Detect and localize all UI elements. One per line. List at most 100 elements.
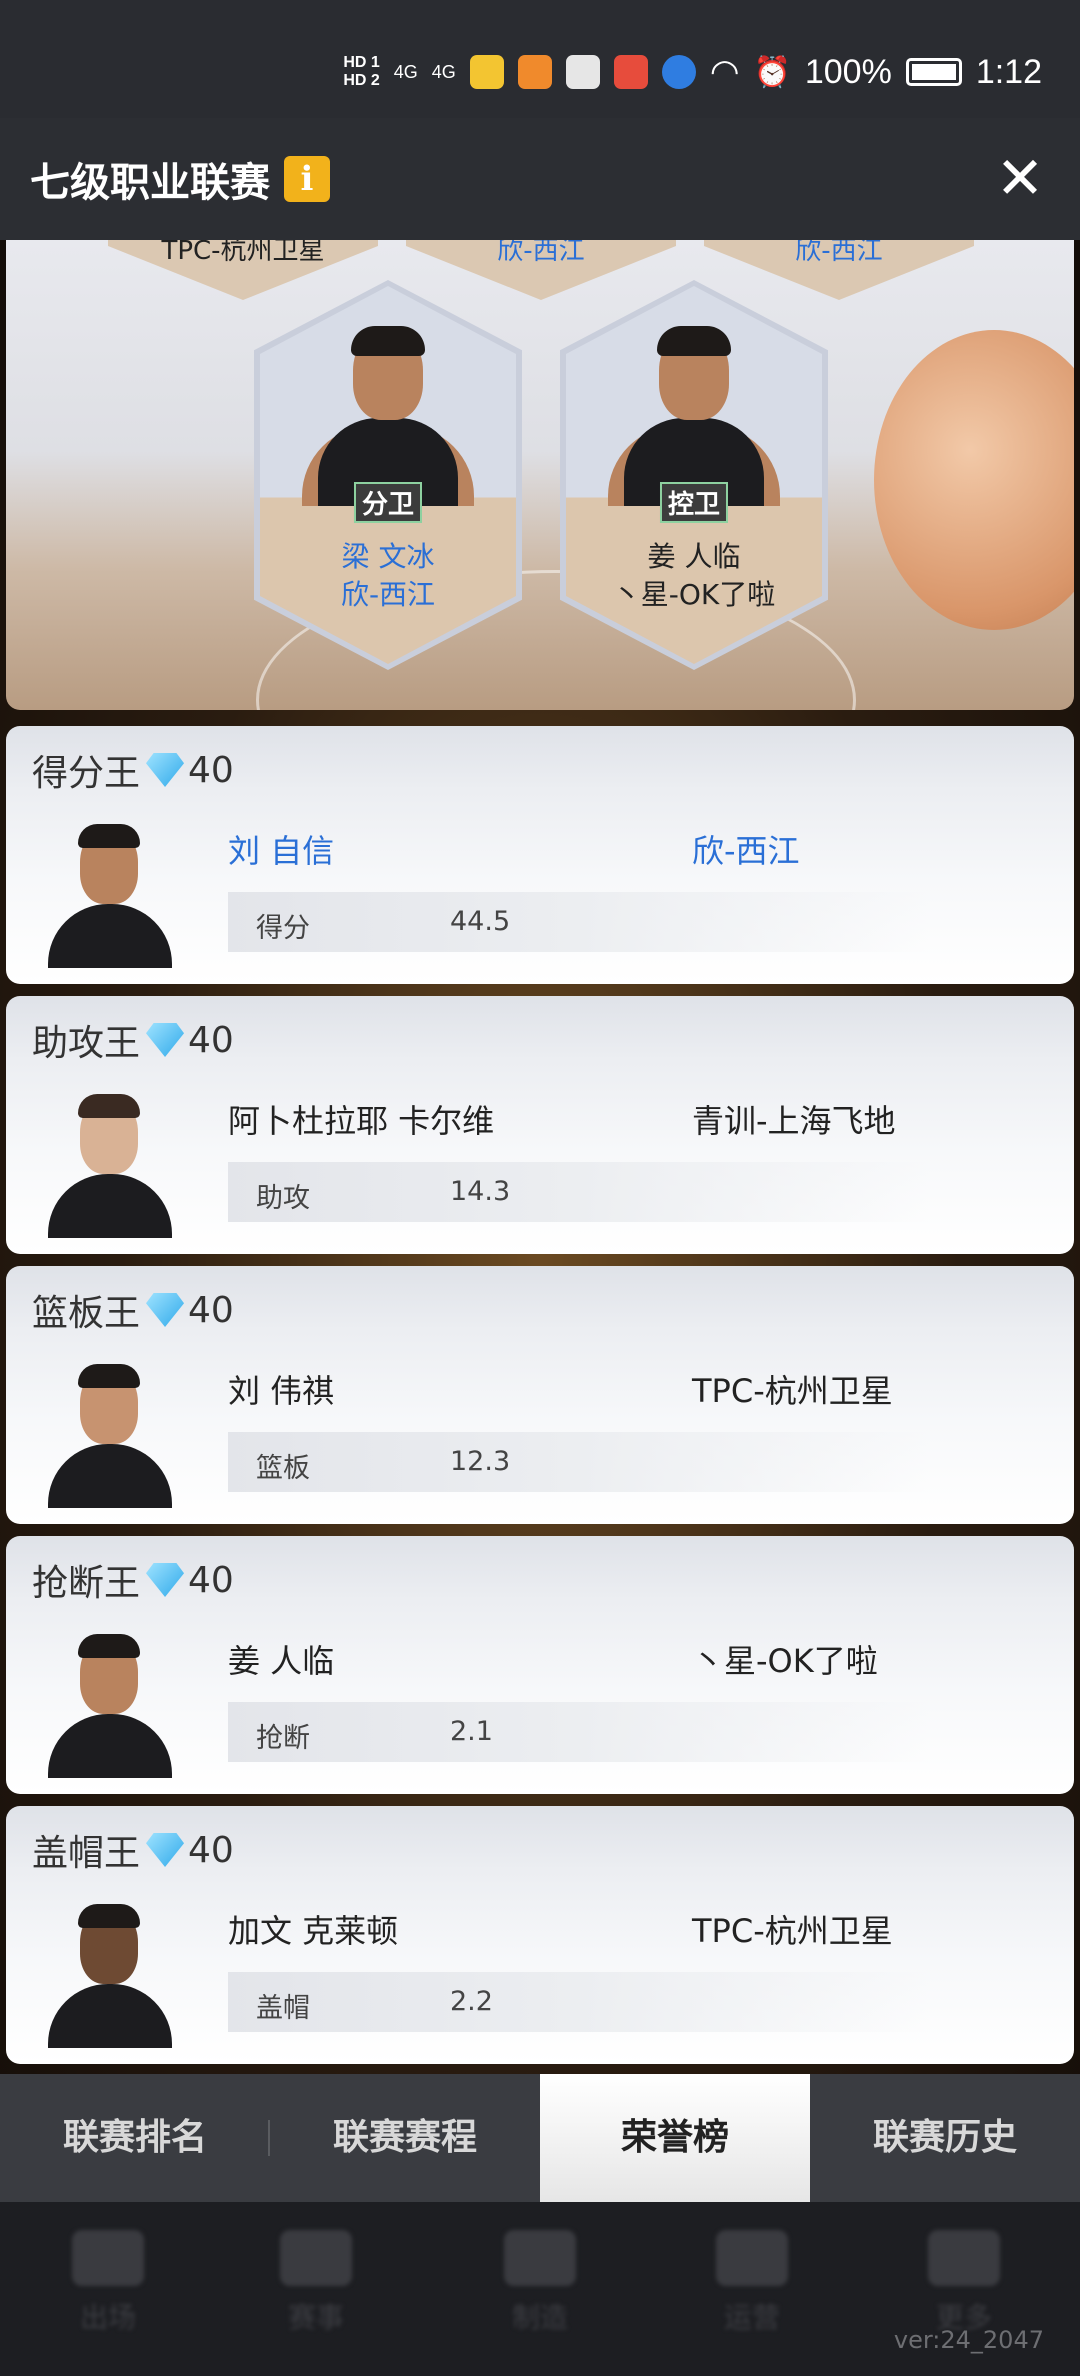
hd-indicator: HD 1 HD 2 <box>343 54 380 89</box>
gallery-icon <box>565 55 600 89</box>
info-icon[interactable]: i <box>284 156 330 202</box>
card-inner: 分卫 梁 文冰 欣-西江 <box>260 286 516 664</box>
team-name[interactable]: 青训-上海飞地 <box>692 1096 896 1142</box>
nav-item[interactable]: 制造 <box>500 2230 580 2336</box>
lineup-card[interactable]: 分卫 梁 文冰 欣-西江 <box>254 280 522 670</box>
stat-label: 得分 <box>256 913 310 944</box>
team-name[interactable]: 欣-西江 <box>692 826 800 872</box>
lineup-panel: TPC-杭州卫星 欣-西江 欣-西江 分卫 梁 文冰 欣-西江 控卫 姜 人临 … <box>6 240 1074 710</box>
award-name: 篮板王 <box>32 1293 141 1334</box>
reward-amount: 40 <box>188 749 234 791</box>
tab-league-ranking[interactable]: 联赛排名 <box>0 2074 270 2202</box>
award-card-scoring[interactable]: 得分王 40 刘 自信 欣-西江 得分 44.5 <box>6 726 1074 984</box>
award-name: 盖帽王 <box>32 1833 141 1874</box>
reward-amount: 40 <box>188 1559 234 1601</box>
player-name[interactable]: 刘 伟祺 <box>228 1366 334 1412</box>
stat-value: 2.2 <box>450 1986 493 2017</box>
headphones-icon: ◠ <box>709 53 740 91</box>
book-app-icon <box>613 55 648 89</box>
nav-label: 出场 <box>79 2301 136 2334</box>
bottom-nav: 出场 赛事 制造 运营 更多 ver:24_2047 <box>0 2202 1080 2376</box>
tab-label: 荣誉榜 <box>620 2117 729 2158</box>
close-button[interactable]: ✕ <box>988 146 1052 210</box>
reward-amount: 40 <box>188 1829 234 1871</box>
app-header: 七级职业联赛 i ✕ <box>0 118 1080 240</box>
team-name[interactable]: TPC-杭州卫星 <box>692 1906 893 1952</box>
position-tag: 控卫 <box>659 482 729 523</box>
nav-icon <box>928 2230 1000 2286</box>
tab-label: 联赛排名 <box>62 2117 207 2158</box>
signal-2-icon: 4G <box>431 61 456 82</box>
reward-amount: 40 <box>188 1289 234 1331</box>
stat-value: 2.1 <box>450 1716 493 1747</box>
player-avatar <box>604 326 784 506</box>
stat-row: 篮板 12.3 <box>228 1432 928 1492</box>
alarm-icon: ⏰ <box>753 55 791 89</box>
award-title: 盖帽王 40 <box>32 1824 234 1876</box>
stat-label: 抢断 <box>256 1723 310 1754</box>
team-name[interactable]: TPC-杭州卫星 <box>692 1366 893 1412</box>
status-bar: HD 1 HD 2 4G 4G ◠ ⏰ 100% 1:12 <box>0 0 1080 118</box>
nav-item[interactable]: 出场 <box>68 2230 148 2336</box>
stat-value: 14.3 <box>450 1176 511 1207</box>
nav-label: 制造 <box>511 2301 568 2334</box>
player-avatar <box>30 818 190 968</box>
stat-value: 44.5 <box>450 906 511 937</box>
nav-icon <box>72 2230 144 2286</box>
stat-label: 助攻 <box>256 1183 310 1214</box>
player-name[interactable]: 阿卜杜拉耶 卡尔维 <box>228 1096 494 1142</box>
award-title: 抢断王 40 <box>32 1554 234 1606</box>
nav-icon <box>716 2230 788 2286</box>
award-name: 得分王 <box>32 753 141 794</box>
nav-item[interactable]: 赛事 <box>276 2230 356 2336</box>
nav-item[interactable]: 运营 <box>712 2230 792 2336</box>
stat-label: 篮板 <box>256 1453 310 1484</box>
player-name[interactable]: 加文 克莱顿 <box>228 1906 398 1952</box>
award-card-steals[interactable]: 抢断王 40 姜 人临 丶星-OK了啦 抢断 2.1 <box>6 1536 1074 1794</box>
diamond-icon <box>146 1023 185 1057</box>
video-app-icon <box>517 55 552 89</box>
team-name: 欣-西江 <box>340 578 436 611</box>
player-name[interactable]: 刘 自信 <box>228 826 334 872</box>
clock: 1:12 <box>975 52 1042 91</box>
team-name: TPC-杭州卫星 <box>161 240 325 266</box>
battery-percent: 100% <box>804 52 892 91</box>
player-avatar <box>30 1628 190 1778</box>
award-card-rebounds[interactable]: 篮板王 40 刘 伟祺 TPC-杭州卫星 篮板 12.3 <box>6 1266 1074 1524</box>
browser-app-icon <box>661 55 696 89</box>
lineup-card[interactable]: 控卫 姜 人临 丶星-OK了啦 <box>560 280 828 670</box>
page-title: 七级职业联赛 <box>30 160 270 206</box>
stat-row: 助攻 14.3 <box>228 1162 928 1222</box>
tab-league-schedule[interactable]: 联赛赛程 <box>270 2074 540 2202</box>
position-tag: 分卫 <box>353 482 423 523</box>
player-name[interactable]: 姜 人临 <box>228 1636 334 1682</box>
signal-1-icon: 4G <box>393 61 418 82</box>
stat-label: 盖帽 <box>256 1993 310 2024</box>
player-avatar <box>30 1088 190 1238</box>
stat-row: 抢断 2.1 <box>228 1702 928 1762</box>
player-name: 姜 人临 <box>647 540 741 573</box>
award-card-blocks[interactable]: 盖帽王 40 加文 克莱顿 TPC-杭州卫星 盖帽 2.2 <box>6 1806 1074 2064</box>
tab-league-history[interactable]: 联赛历史 <box>810 2074 1080 2202</box>
status-icons: HD 1 HD 2 4G 4G ◠ ⏰ 100% 1:12 <box>343 52 1042 92</box>
player-info: 姜 人临 丶星-OK了啦 <box>566 538 822 614</box>
team-name[interactable]: 丶星-OK了啦 <box>692 1636 878 1682</box>
honor-board: TPC-杭州卫星 欣-西江 欣-西江 分卫 梁 文冰 欣-西江 控卫 姜 人临 … <box>0 240 1080 2074</box>
diamond-icon <box>146 753 185 787</box>
stat-row: 得分 44.5 <box>228 892 928 952</box>
award-name: 助攻王 <box>32 1023 141 1064</box>
nav-icon <box>504 2230 576 2286</box>
nav-item[interactable]: 更多 <box>924 2230 1004 2336</box>
battery-icon <box>905 58 962 86</box>
award-title: 助攻王 40 <box>32 1014 234 1066</box>
player-avatar <box>30 1358 190 1508</box>
award-card-assists[interactable]: 助攻王 40 阿卜杜拉耶 卡尔维 青训-上海飞地 助攻 14.3 <box>6 996 1074 1254</box>
award-title: 得分王 40 <box>32 744 234 796</box>
tab-honor-board[interactable]: 荣誉榜 <box>540 2074 810 2202</box>
nav-label: 赛事 <box>287 2301 344 2334</box>
nav-label: 运营 <box>723 2301 780 2334</box>
stat-row: 盖帽 2.2 <box>228 1972 928 2032</box>
diamond-icon <box>146 1293 185 1327</box>
award-name: 抢断王 <box>32 1563 141 1604</box>
player-avatar <box>30 1898 190 2048</box>
